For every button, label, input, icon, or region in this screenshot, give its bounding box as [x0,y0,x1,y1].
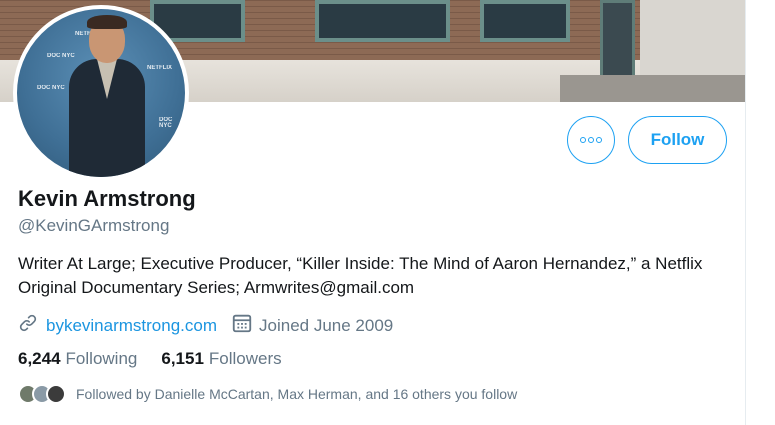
banner-door [600,0,635,80]
followers-count-link[interactable]: 6,151 Followers [161,349,281,369]
followed-by-text: Followed by Danielle McCartan, Max Herma… [76,386,518,402]
profile-meta: bykevinarmstrong.com Joined June 2009 [18,312,393,339]
more-options-button[interactable] [567,116,615,164]
following-count: 6,244 [18,349,61,368]
link-icon [18,313,38,338]
following-label: Following [65,349,138,368]
banner-window [315,0,450,42]
profile-avatar[interactable]: NETFLIX DOC NYC DOC NYC NETFLIX DOC NYC [13,5,189,181]
followers-label: Followers [208,349,282,368]
profile-name: Kevin Armstrong [18,186,196,211]
follow-button[interactable]: Follow [628,116,727,164]
website-link[interactable]: bykevinarmstrong.com [46,316,217,336]
avatar-hair [87,15,127,29]
more-horizontal-icon [579,137,603,143]
following-count-link[interactable]: 6,244 Following [18,349,137,369]
banner-pillar [640,0,745,75]
followed-by-row[interactable]: Followed by Danielle McCartan, Max Herma… [18,384,517,404]
followers-count: 6,151 [161,349,204,368]
joined-date: Joined June 2009 [259,315,394,335]
backdrop-text: NETFLIX [147,65,172,71]
banner-road [560,75,745,102]
follower-avatar [46,384,66,404]
backdrop-text: DOC NYC [47,53,75,59]
follow-counts: 6,244 Following 6,151 Followers [18,349,282,369]
banner-window [480,0,570,42]
profile-handle: @KevinGArmstrong [18,216,170,235]
calendar-icon [231,312,253,339]
profile-bio: Writer At Large; Executive Producer, “Ki… [18,254,703,297]
backdrop-text: DOC NYC [159,117,173,129]
backdrop-text: DOC NYC [37,85,65,91]
right-edge-strip [745,0,775,425]
